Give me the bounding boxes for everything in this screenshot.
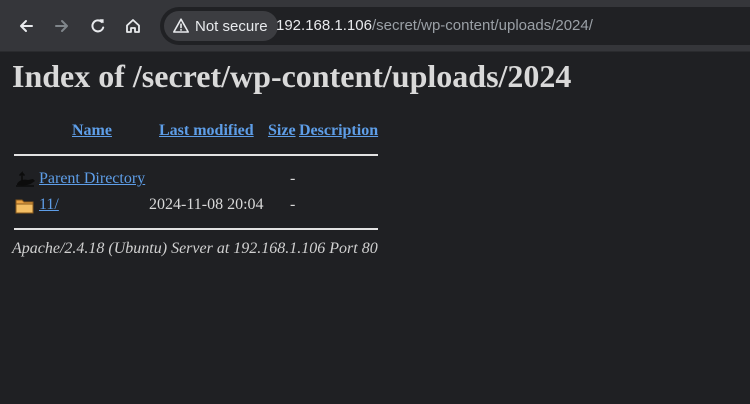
forward-button[interactable] [47, 11, 77, 41]
folder-link[interactable]: 11/ [39, 196, 59, 214]
home-button[interactable] [118, 11, 148, 41]
back-button[interactable] [11, 11, 41, 41]
parent-directory-link[interactable]: Parent Directory [39, 170, 145, 188]
url-host: 192.168.1.106 [276, 17, 372, 34]
table-row: Parent Directory - [14, 168, 380, 190]
table-row: 11/ 2024-11-08 20:04 - [14, 194, 380, 216]
divider [14, 228, 378, 230]
home-icon [126, 19, 140, 33]
page-title: Index of /secret/wp-content/uploads/2024 [12, 58, 572, 94]
parent-directory-icon [16, 171, 35, 187]
server-signature: Apache/2.4.18 (Ubuntu) Server at 192.168… [12, 240, 378, 257]
arrow-left-icon [20, 20, 33, 32]
entry-size: - [290, 170, 296, 187]
divider [14, 154, 378, 156]
arrow-right-icon [55, 20, 68, 32]
column-header-name[interactable]: Name [72, 122, 112, 140]
security-label: Not secure [195, 17, 268, 35]
folder-icon [15, 199, 34, 214]
warning-triangle-icon [173, 18, 189, 33]
reload-button[interactable] [83, 11, 113, 41]
reload-icon [91, 19, 105, 33]
url-text[interactable]: 192.168.1.106/secret/wp-content/uploads/… [276, 7, 593, 45]
column-header-description[interactable]: Description [299, 122, 378, 140]
address-bar[interactable]: Not secure 192.168.1.106/secret/wp-conte… [160, 7, 750, 45]
entry-last-modified: 2024-11-08 20:04 [149, 196, 264, 213]
column-header-last-modified[interactable]: Last modified [159, 122, 254, 140]
column-header-size[interactable]: Size [268, 122, 296, 140]
security-indicator[interactable]: Not secure [164, 11, 278, 41]
url-path: /secret/wp-content/uploads/2024/ [371, 17, 593, 34]
browser-toolbar: Not secure 192.168.1.106/secret/wp-conte… [0, 0, 750, 52]
entry-size: - [290, 196, 296, 213]
